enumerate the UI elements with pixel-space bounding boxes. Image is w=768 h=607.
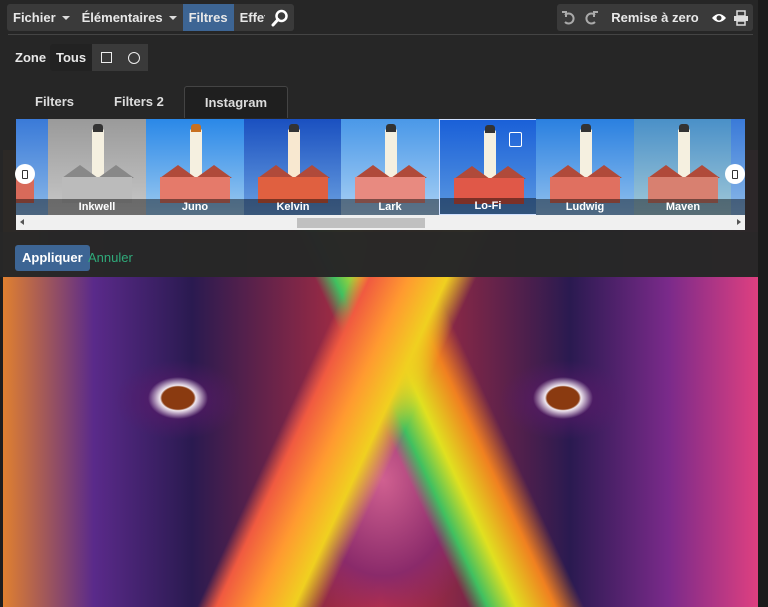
thumbnail-scrollbar[interactable] xyxy=(16,215,745,230)
caret-down-icon xyxy=(61,15,70,20)
selected-checkbox-icon xyxy=(509,132,522,147)
print-icon[interactable] xyxy=(733,9,749,26)
menu-elementaires[interactable]: Élémentaires xyxy=(76,4,183,31)
eye-icon[interactable] xyxy=(711,12,727,24)
circle-icon xyxy=(128,51,141,64)
menu-label: Élémentaires xyxy=(81,10,163,25)
scroll-left-arrow-icon[interactable] xyxy=(20,219,24,225)
zone-all-button[interactable]: Tous xyxy=(50,44,92,71)
phone-icon xyxy=(732,169,738,179)
search-icon xyxy=(271,9,288,26)
filter-tabs: Filters Filters 2 Instagram xyxy=(15,86,289,118)
filter-thumb-juno[interactable]: Juno xyxy=(146,119,244,215)
tab-filters[interactable]: Filters xyxy=(15,86,94,118)
scroll-right-arrow-icon[interactable] xyxy=(737,219,741,225)
undo-icon[interactable] xyxy=(561,10,577,26)
zone-label: Zone xyxy=(15,50,47,65)
caret-down-icon xyxy=(168,15,177,20)
menu-fichier[interactable]: Fichier xyxy=(7,4,76,31)
scroll-left-button[interactable] xyxy=(15,164,35,184)
menu-filtres[interactable]: Filtres xyxy=(182,4,234,31)
filter-thumb-ludwig[interactable]: Ludwig xyxy=(536,119,634,215)
zone-group: Tous xyxy=(50,44,149,71)
filter-thumb-lofi[interactable]: Lo-Fi xyxy=(439,119,537,215)
reset-button[interactable]: Remise à zero xyxy=(605,4,704,31)
scroll-right-button[interactable] xyxy=(725,164,745,184)
tab-filters-2[interactable]: Filters 2 xyxy=(94,86,184,118)
search-button[interactable] xyxy=(265,4,294,31)
history-group: Remise à zero xyxy=(557,4,753,31)
scrollbar-thumb[interactable] xyxy=(297,218,425,228)
square-icon xyxy=(100,52,112,63)
filter-thumb-lark[interactable]: Lark xyxy=(341,119,439,215)
zone-rectangle-button[interactable] xyxy=(92,44,121,71)
menu-group: Fichier Élémentaires Filtres Effets xyxy=(7,4,282,31)
window-edge xyxy=(758,0,768,607)
filter-thumb-maven[interactable]: Maven xyxy=(634,119,732,215)
menu-label: Fichier xyxy=(13,10,56,25)
apply-button[interactable]: Appliquer xyxy=(15,245,90,271)
filter-thumb-kelvin[interactable]: Kelvin xyxy=(244,119,342,215)
filter-thumb-inkwell[interactable]: Inkwell xyxy=(48,119,146,215)
filter-thumbnails: Inkwell Juno Kelvin Lark Lo-Fi Ludwig Ma… xyxy=(16,119,745,215)
phone-icon xyxy=(22,169,28,179)
redo-icon[interactable] xyxy=(583,10,599,26)
divider xyxy=(8,34,753,35)
zone-ellipse-button[interactable] xyxy=(120,44,149,71)
cancel-link[interactable]: Annuler xyxy=(88,245,133,271)
tab-instagram[interactable]: Instagram xyxy=(183,86,289,118)
